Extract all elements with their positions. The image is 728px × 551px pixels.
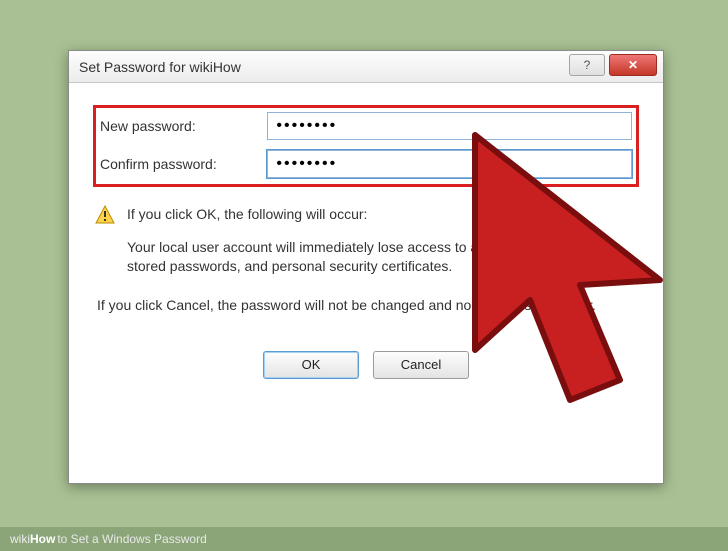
new-password-row: New password: bbox=[100, 112, 632, 140]
brand-wiki: wiki bbox=[10, 532, 30, 546]
cancel-info-text: If you click Cancel, the password will n… bbox=[97, 296, 639, 315]
close-icon: ✕ bbox=[628, 58, 638, 72]
warning-body-text: Your local user account will immediately… bbox=[127, 238, 639, 276]
dialog-button-row: OK Cancel bbox=[93, 351, 639, 379]
close-button[interactable]: ✕ bbox=[609, 54, 657, 76]
new-password-input[interactable] bbox=[267, 112, 632, 140]
confirm-password-input[interactable] bbox=[267, 150, 632, 178]
dialog-title: Set Password for wikiHow bbox=[79, 59, 241, 75]
confirm-password-label: Confirm password: bbox=[100, 156, 267, 172]
set-password-dialog: Set Password for wikiHow ? ✕ New passwor… bbox=[68, 50, 664, 484]
warning-icon bbox=[95, 205, 115, 228]
password-fields-highlight: New password: Confirm password: bbox=[93, 105, 639, 187]
warning-row: If you click OK, the following will occu… bbox=[95, 205, 639, 228]
new-password-label: New password: bbox=[100, 118, 267, 134]
confirm-password-row: Confirm password: bbox=[100, 150, 632, 178]
titlebar-buttons: ? ✕ bbox=[565, 54, 657, 76]
help-icon: ? bbox=[584, 58, 591, 72]
brand-how: How bbox=[30, 532, 55, 546]
dialog-content: New password: Confirm password: If you c… bbox=[69, 83, 663, 397]
ok-button[interactable]: OK bbox=[263, 351, 359, 379]
wikihow-footer: wikiHow to Set a Windows Password bbox=[0, 527, 728, 551]
titlebar[interactable]: Set Password for wikiHow ? ✕ bbox=[69, 51, 663, 83]
warning-lead-text: If you click OK, the following will occu… bbox=[127, 205, 367, 224]
article-title: to Set a Windows Password bbox=[57, 532, 206, 546]
cancel-button[interactable]: Cancel bbox=[373, 351, 469, 379]
help-button[interactable]: ? bbox=[569, 54, 605, 76]
